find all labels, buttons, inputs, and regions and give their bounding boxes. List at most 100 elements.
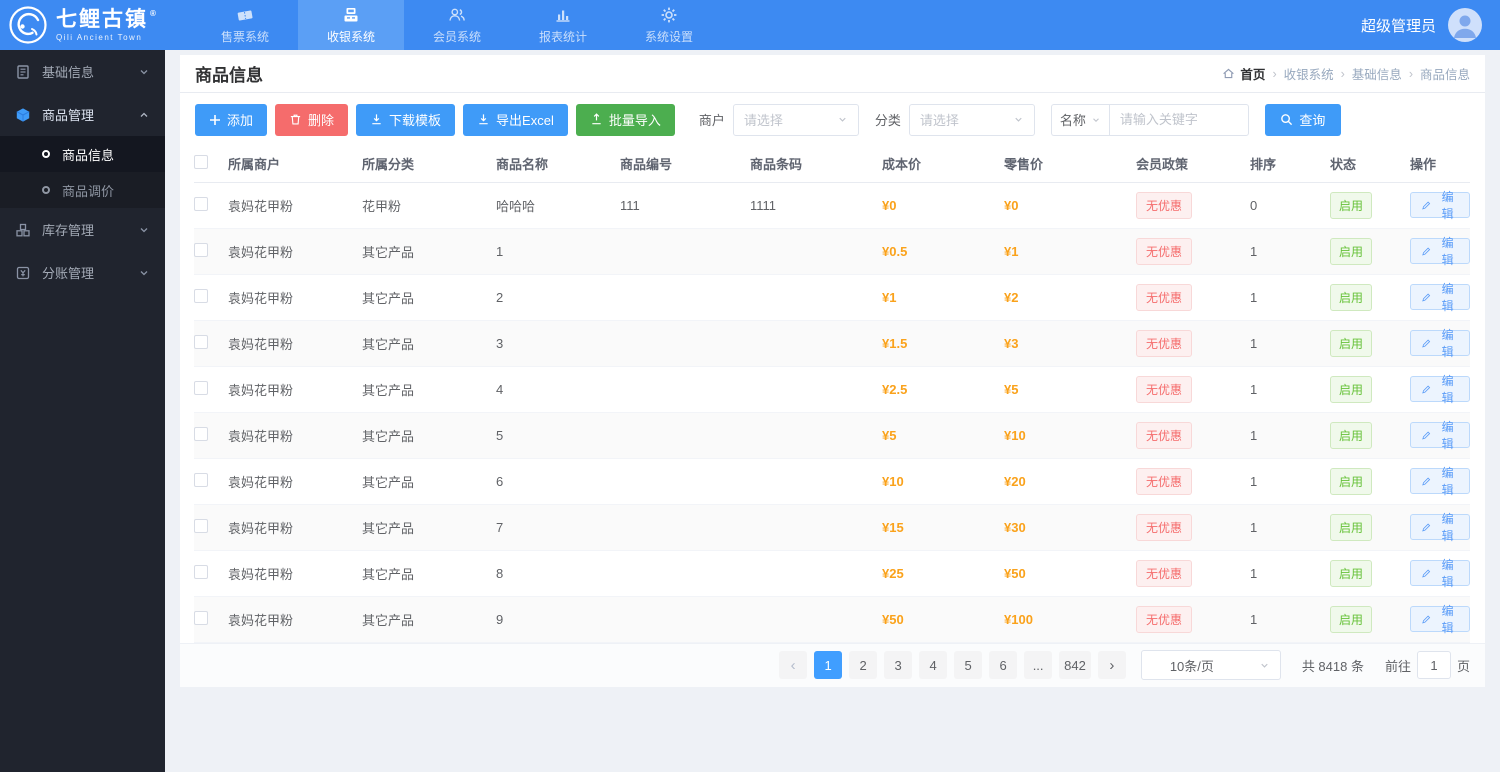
search-icon: [1281, 114, 1293, 126]
edit-button[interactable]: 编辑: [1410, 604, 1470, 635]
page-number-button[interactable]: 2: [849, 651, 878, 679]
delete-button[interactable]: 删除: [275, 103, 349, 136]
page-number-button[interactable]: 6: [989, 651, 1018, 679]
merchant-select[interactable]: 请选择: [732, 103, 859, 136]
edit-button[interactable]: 编辑: [1410, 282, 1470, 313]
members-icon: [449, 8, 465, 21]
row-checkbox[interactable]: [194, 380, 208, 395]
row-checkbox[interactable]: [194, 564, 208, 579]
col-policy: 会员政策: [1136, 146, 1250, 183]
category-select[interactable]: 请选择: [908, 103, 1035, 136]
page-number-button[interactable]: 4: [919, 651, 948, 679]
table-row: 袁妈花甲粉 其它产品 8 ¥25 ¥50 无优惠 1 启用 编辑: [194, 550, 1470, 597]
sidebar-item-product-management[interactable]: 商品管理: [0, 93, 165, 136]
page-size-select[interactable]: 10条/页: [1140, 650, 1281, 680]
sidebar: 基础信息 商品管理 商品信息 商品调价 库存管理 分账管理: [0, 50, 165, 772]
cell-barcode: [750, 320, 882, 367]
sidebar-item-ledger[interactable]: 分账管理: [0, 251, 165, 294]
pencil-icon: [1422, 385, 1431, 393]
cell-merchant: 袁妈花甲粉: [228, 596, 362, 643]
page-number-button[interactable]: 5: [954, 651, 983, 679]
col-barcode: 商品条码: [750, 146, 882, 183]
status-badge: 启用: [1330, 421, 1373, 449]
edit-button[interactable]: 编辑: [1410, 558, 1470, 589]
breadcrumb-current: 商品信息: [1419, 68, 1470, 82]
row-checkbox[interactable]: [194, 426, 208, 441]
row-checkbox[interactable]: [194, 518, 208, 533]
sidebar-item-basic-info[interactable]: 基础信息: [0, 50, 165, 93]
cell-merchant: 袁妈花甲粉: [228, 320, 362, 367]
page-number-button[interactable]: 1: [814, 651, 843, 679]
goto-page-input[interactable]: [1416, 651, 1451, 679]
breadcrumb-item[interactable]: 基础信息: [1352, 64, 1402, 83]
cell-cost-price: ¥0: [882, 182, 1004, 229]
breadcrumb-item[interactable]: 收银系统: [1284, 64, 1334, 83]
add-button[interactable]: 添加: [195, 103, 268, 136]
row-checkbox[interactable]: [194, 288, 208, 303]
cell-sort: 1: [1250, 274, 1330, 321]
cell-sort: 1: [1250, 366, 1330, 413]
select-all-checkbox[interactable]: [194, 155, 208, 170]
row-checkbox[interactable]: [194, 196, 208, 211]
row-checkbox[interactable]: [194, 334, 208, 349]
prev-page-button[interactable]: ‹: [779, 651, 808, 679]
sidebar-subitem-label: 商品调价: [62, 183, 115, 199]
page-number-button[interactable]: 3: [884, 651, 913, 679]
sidebar-subitem-label: 商品信息: [62, 147, 115, 163]
page-number-button[interactable]: 842: [1059, 651, 1091, 679]
edit-button[interactable]: 编辑: [1410, 328, 1470, 359]
nav-tab-members[interactable]: 会员系统: [404, 0, 510, 50]
row-checkbox[interactable]: [194, 472, 208, 487]
user-avatar[interactable]: [1448, 8, 1482, 42]
edit-button[interactable]: 编辑: [1410, 374, 1470, 405]
chevron-down-icon: [1093, 117, 1099, 122]
cell-name: 4: [496, 366, 620, 413]
sidebar-subitem-product-info[interactable]: 商品信息: [0, 136, 165, 172]
nav-tab-cashier[interactable]: 收银系统: [298, 0, 404, 50]
brand-logo[interactable]: 七鲤古镇 ® Qili Ancient Town: [0, 0, 192, 50]
table-body: 袁妈花甲粉 花甲粉 哈哈哈 111 1111 ¥0 ¥0 无优惠 0 启用 编辑…: [194, 182, 1470, 643]
page-header: 商品信息 首页 › 收银系统 › 基础信息 › 商品信息: [180, 55, 1485, 93]
row-checkbox[interactable]: [194, 242, 208, 257]
keyword-input[interactable]: [1108, 103, 1249, 136]
sidebar-item-inventory[interactable]: 库存管理: [0, 208, 165, 251]
edit-button[interactable]: 编辑: [1410, 236, 1470, 267]
download-template-button[interactable]: 下载模板: [356, 103, 456, 136]
keyword-field-select[interactable]: 名称: [1050, 103, 1109, 136]
sidebar-subitem-product-pricing[interactable]: 商品调价: [0, 172, 165, 208]
bullet-icon: [42, 150, 50, 158]
nav-tab-ticketing[interactable]: 售票系统: [192, 0, 298, 50]
search-button[interactable]: 查询: [1264, 103, 1341, 136]
edit-button[interactable]: 编辑: [1410, 190, 1470, 221]
cell-code: 111: [620, 182, 750, 229]
status-badge: 启用: [1330, 191, 1373, 219]
col-status: 状态: [1330, 146, 1410, 183]
brand-seal: ®: [150, 8, 158, 18]
batch-import-button[interactable]: 批量导入: [575, 103, 675, 136]
breadcrumb-home[interactable]: 首页: [1222, 64, 1265, 83]
edit-button[interactable]: 编辑: [1410, 512, 1470, 543]
ticket-icon: [237, 9, 253, 20]
export-excel-button[interactable]: 导出Excel: [463, 103, 568, 136]
cell-name: 2: [496, 274, 620, 321]
edit-button[interactable]: 编辑: [1410, 420, 1470, 451]
nav-tab-reports[interactable]: 报表统计: [510, 0, 616, 50]
nav-tab-label: 系统设置: [644, 29, 693, 44]
cell-code: [620, 504, 750, 551]
table-row: 袁妈花甲粉 其它产品 5 ¥5 ¥10 无优惠 1 启用 编辑: [194, 412, 1470, 459]
next-page-button[interactable]: ›: [1097, 651, 1126, 679]
breadcrumb-separator: ›: [1340, 66, 1345, 81]
chevron-down-icon: [1015, 117, 1022, 122]
brand-name: 七鲤古镇 ®: [56, 7, 158, 31]
sidebar-item-label: 基础信息: [42, 65, 95, 80]
col-merchant: 所属商户: [228, 146, 362, 183]
user-name[interactable]: 超级管理员: [1361, 15, 1436, 36]
edit-button[interactable]: 编辑: [1410, 466, 1470, 497]
goto-label: 前往: [1384, 658, 1411, 674]
cube-icon: [16, 107, 30, 122]
nav-tab-label: 报表统计: [538, 29, 587, 44]
page-number-button[interactable]: ...: [1024, 651, 1053, 679]
row-checkbox[interactable]: [194, 610, 208, 625]
nav-tab-settings[interactable]: 系统设置: [616, 0, 722, 50]
chevron-down-icon: [140, 69, 148, 74]
